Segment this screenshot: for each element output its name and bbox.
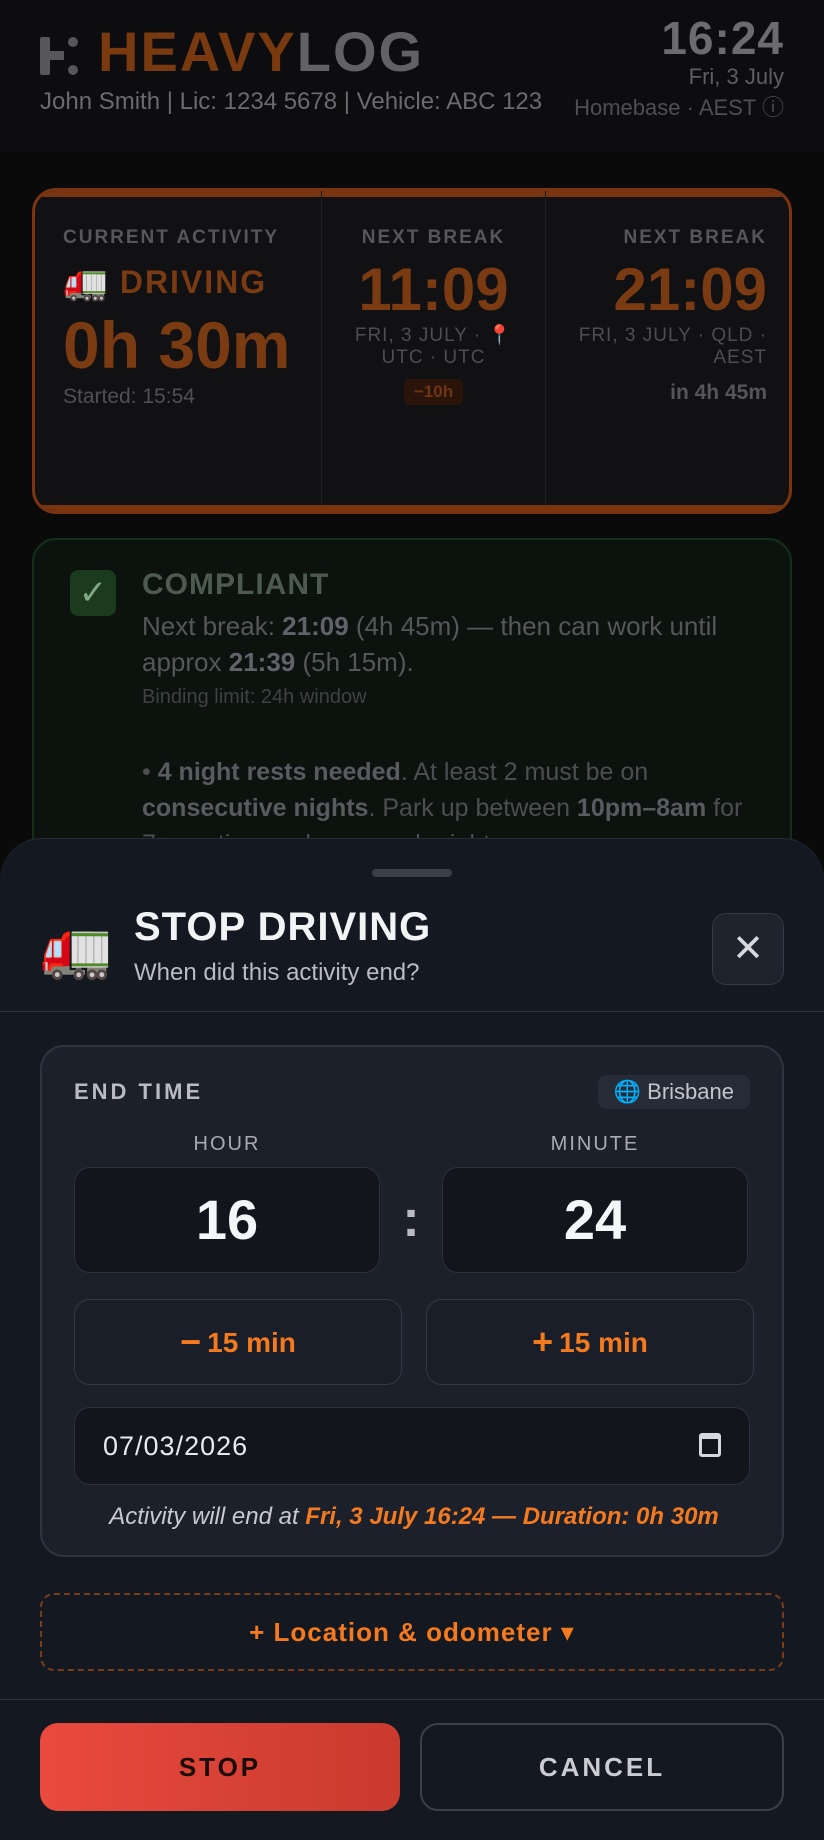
homebase-info[interactable]: Homebase · AEST ⓘ (574, 90, 784, 122)
activity-duration: 0h 30m (63, 308, 291, 382)
clock-date: Fri, 3 July (688, 64, 784, 89)
next-break-local-column: NEXT BREAK 21:09 FRI, 3 JULY · QLD · AES… (545, 191, 789, 511)
time-separator: : (402, 1190, 420, 1248)
end-date-input[interactable]: 07/03/2026 (74, 1407, 750, 1485)
next-break-countdown: in 4h 45m (670, 381, 767, 404)
next-break-time: 21:09 (613, 256, 767, 323)
current-activity-card: CURRENT ACTIVITY 🚛 DRIVING 0h 30m Starte… (32, 188, 792, 514)
timezone-offset-badge: −10h (403, 379, 464, 405)
hour-label: HOUR (193, 1133, 261, 1155)
end-time-card: END TIME 🌐 Brisbane HOUR MINUTE 16 : 24 −… (40, 1045, 784, 1557)
end-summary: Activity will end at Fri, 3 July 16:24 —… (109, 1503, 719, 1530)
app-header: HEAVYLOG John Smith | Lic: 1234 5678 | V… (0, 0, 824, 152)
stop-activity-sheet: 🚛 STOP DRIVING When did this activity en… (0, 838, 824, 1840)
app-logo: HEAVYLOG (40, 22, 424, 82)
stop-button[interactable]: STOP (40, 1723, 400, 1811)
clock-time: 16:24 (661, 12, 784, 64)
globe-icon: 🌐 (613, 1079, 642, 1104)
footer-divider (0, 1699, 824, 1700)
compliance-title: COMPLIANT (142, 568, 330, 601)
plus-15-min-button[interactable]: +15 min (426, 1299, 754, 1385)
minus-15-min-button[interactable]: −15 min (74, 1299, 402, 1385)
sheet-title: STOP DRIVING (134, 905, 432, 949)
current-activity-label: CURRENT ACTIVITY (63, 227, 280, 248)
minus-button-label: 15 min (207, 1327, 296, 1358)
next-break-label: NEXT BREAK (361, 227, 506, 248)
logo-text: HEAVYLOG (98, 22, 424, 82)
next-break-sub: FRI, 3 JULY · 📍 UTC · UTC (354, 325, 513, 368)
minute-label: MINUTE (550, 1133, 640, 1155)
activity-started: Started: 15:54 (63, 385, 195, 408)
logo-icon (40, 29, 80, 75)
truck-icon: 🚛 (63, 261, 110, 302)
activity-name: 🚛 DRIVING (63, 261, 321, 303)
sheet-subtitle: When did this activity end? (134, 959, 420, 986)
minus-icon: − (180, 1321, 202, 1362)
end-time-label: END TIME (74, 1079, 204, 1104)
truck-icon: 🚛 (40, 916, 113, 981)
calendar-icon[interactable] (699, 1433, 721, 1457)
timezone-name: Brisbane (647, 1079, 734, 1104)
next-break-utc-column: NEXT BREAK 11:09 FRI, 3 JULY · 📍 UTC · U… (321, 191, 545, 511)
check-icon: ✓ (70, 570, 116, 616)
driver-info: John Smith | Lic: 1234 5678 | Vehicle: A… (40, 88, 543, 115)
minute-input[interactable]: 24 (442, 1167, 748, 1273)
plus-icon: + (532, 1321, 554, 1362)
sheet-divider (0, 1011, 824, 1012)
plus-button-label: 15 min (559, 1327, 648, 1358)
cancel-button[interactable]: CANCEL (420, 1723, 784, 1811)
close-button[interactable]: ✕ (712, 913, 784, 985)
current-activity-column: CURRENT ACTIVITY 🚛 DRIVING 0h 30m Starte… (35, 191, 321, 511)
app-screen: HEAVYLOG John Smith | Lic: 1234 5678 | V… (0, 0, 824, 1840)
header-clock: 16:24 Fri, 3 July (661, 12, 784, 90)
next-break-sub: FRI, 3 JULY · QLD · AEST (578, 325, 767, 368)
next-break-time: 11:09 (358, 256, 509, 323)
activity-name-text: DRIVING (119, 263, 268, 300)
binding-limit: Binding limit: 24h window (142, 686, 367, 708)
compliance-summary: Next break: 21:09 (4h 45m) — then can wo… (142, 611, 718, 677)
logo-log: LOG (296, 20, 425, 83)
location-odometer-button[interactable]: + Location & odometer ▾ (40, 1593, 784, 1671)
date-value: 07/03/2026 (103, 1431, 249, 1461)
logo-heavy: HEAVY (98, 20, 297, 83)
sheet-drag-handle[interactable] (372, 869, 452, 877)
timezone-badge[interactable]: 🌐 Brisbane (597, 1075, 750, 1109)
hour-input[interactable]: 16 (74, 1167, 380, 1273)
next-break-label: NEXT BREAK (623, 227, 767, 248)
